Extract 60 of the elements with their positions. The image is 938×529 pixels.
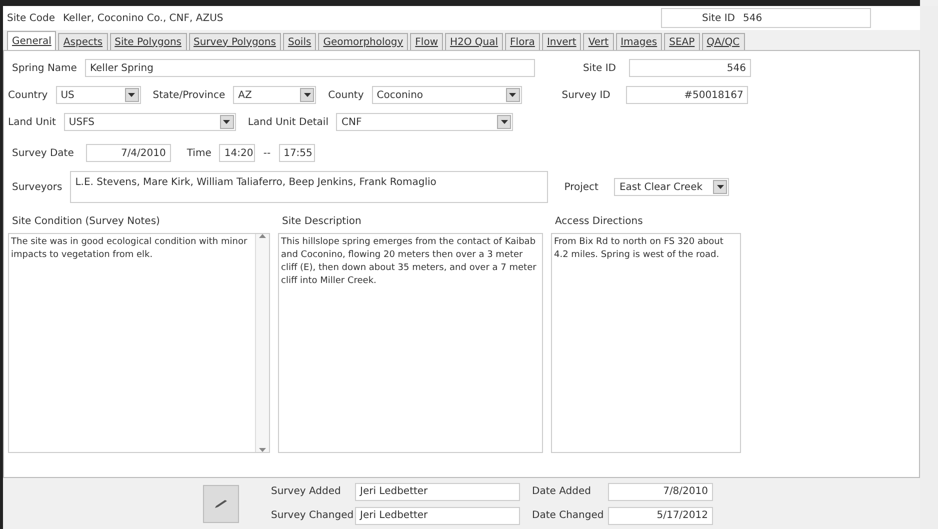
tab[interactable]: Survey Polygons — [188, 33, 281, 50]
tab[interactable]: H2O Qual — [445, 33, 504, 50]
tab[interactable]: Site Polygons — [110, 33, 186, 50]
dropdown[interactable]: Coconino — [372, 86, 522, 104]
field-label: Site Condition (Survey Notes) — [11, 215, 161, 229]
input-field[interactable]: 7/8/2010 — [608, 482, 713, 500]
field-label: Site Code — [7, 12, 55, 26]
text-area[interactable]: From Bix Rd to north on FS 320 about 4.2 miles. Spring is west of the road. — [551, 233, 741, 453]
tab[interactable]: Aspects — [58, 33, 108, 50]
scroll-up-icon[interactable] — [259, 234, 266, 238]
field-label: Land Unit Detail — [248, 116, 328, 130]
input-field[interactable]: Jeri Ledbetter — [355, 482, 520, 500]
field-value: Keller, Coconino Co., CNF, AZUS — [62, 12, 224, 26]
input-field[interactable]: 14:20 — [219, 144, 256, 162]
dropdown[interactable]: East Clear Creek — [614, 178, 730, 196]
field-label: Survey ID — [562, 88, 610, 102]
tab[interactable]: SEAP — [664, 33, 700, 50]
field-label: Survey Added — [271, 485, 342, 499]
tab[interactable]: Images — [616, 33, 662, 50]
input-field[interactable]: Jeri Ledbetter — [355, 506, 520, 524]
field-label: Spring Name — [12, 62, 77, 76]
tab[interactable]: Geomorphology — [318, 33, 408, 50]
tab[interactable]: Invert — [542, 33, 582, 50]
scroll-down-icon[interactable] — [259, 448, 266, 452]
tab[interactable]: Flow — [410, 33, 443, 50]
dropdown[interactable]: CNF — [336, 113, 514, 131]
input-field[interactable]: 17:55 — [278, 144, 315, 162]
pencil-icon — [214, 498, 228, 508]
dropdown[interactable]: US — [56, 86, 141, 104]
field-label: Country — [8, 88, 48, 102]
field-label: Land Unit — [8, 116, 56, 130]
field-label: Site Description — [281, 215, 362, 229]
dropdown[interactable]: USFS — [64, 113, 236, 131]
input-field[interactable]: #50018167 — [626, 86, 748, 104]
field-label: Access Directions — [554, 215, 644, 229]
tab[interactable]: QA/QC — [702, 33, 745, 50]
field-label: Survey Date — [12, 146, 74, 160]
field-label: Time — [186, 146, 212, 160]
field-label: State/Province — [152, 88, 226, 102]
text-area[interactable]: The site was in good ecological condition with minor impacts to vegetation from elk. — [8, 233, 270, 453]
field-label: Site ID — [582, 62, 616, 76]
dropdown[interactable]: AZ — [233, 86, 316, 104]
field-label: Date Changed — [531, 509, 604, 523]
tab[interactable]: Flora — [505, 33, 540, 50]
input-field[interactable]: L.E. Stevens, Mare Kirk, William Taliaferro, Beep Jenkins, Frank Romaglio — [70, 171, 548, 203]
tab[interactable]: General — [7, 31, 56, 50]
field-label: Survey Changed — [271, 509, 351, 523]
dash-separator: -- — [263, 146, 271, 160]
site-id-display: Site ID 546 — [660, 8, 871, 28]
field-label: Surveyors — [12, 180, 62, 194]
field-label: County — [328, 88, 364, 102]
field-label: Project — [564, 180, 598, 194]
field-label: Date Added — [531, 485, 592, 499]
input-field[interactable]: 7/4/2010 — [86, 144, 171, 162]
input-field[interactable]: Keller Spring — [84, 59, 535, 77]
text-area[interactable]: This hillslope spring emerges from the contact of Kaibab and Coconino, flowing 20 meters then over a 3 meter cliff (E), then down about 35 meters, and over a 7 meter cliff into Miller Creek. — [278, 233, 543, 453]
tab[interactable]: Soils — [282, 33, 316, 50]
input-field[interactable]: 546 — [628, 59, 751, 77]
tab[interactable]: Vert — [583, 33, 614, 50]
input-field[interactable]: 5/17/2012 — [608, 506, 713, 524]
